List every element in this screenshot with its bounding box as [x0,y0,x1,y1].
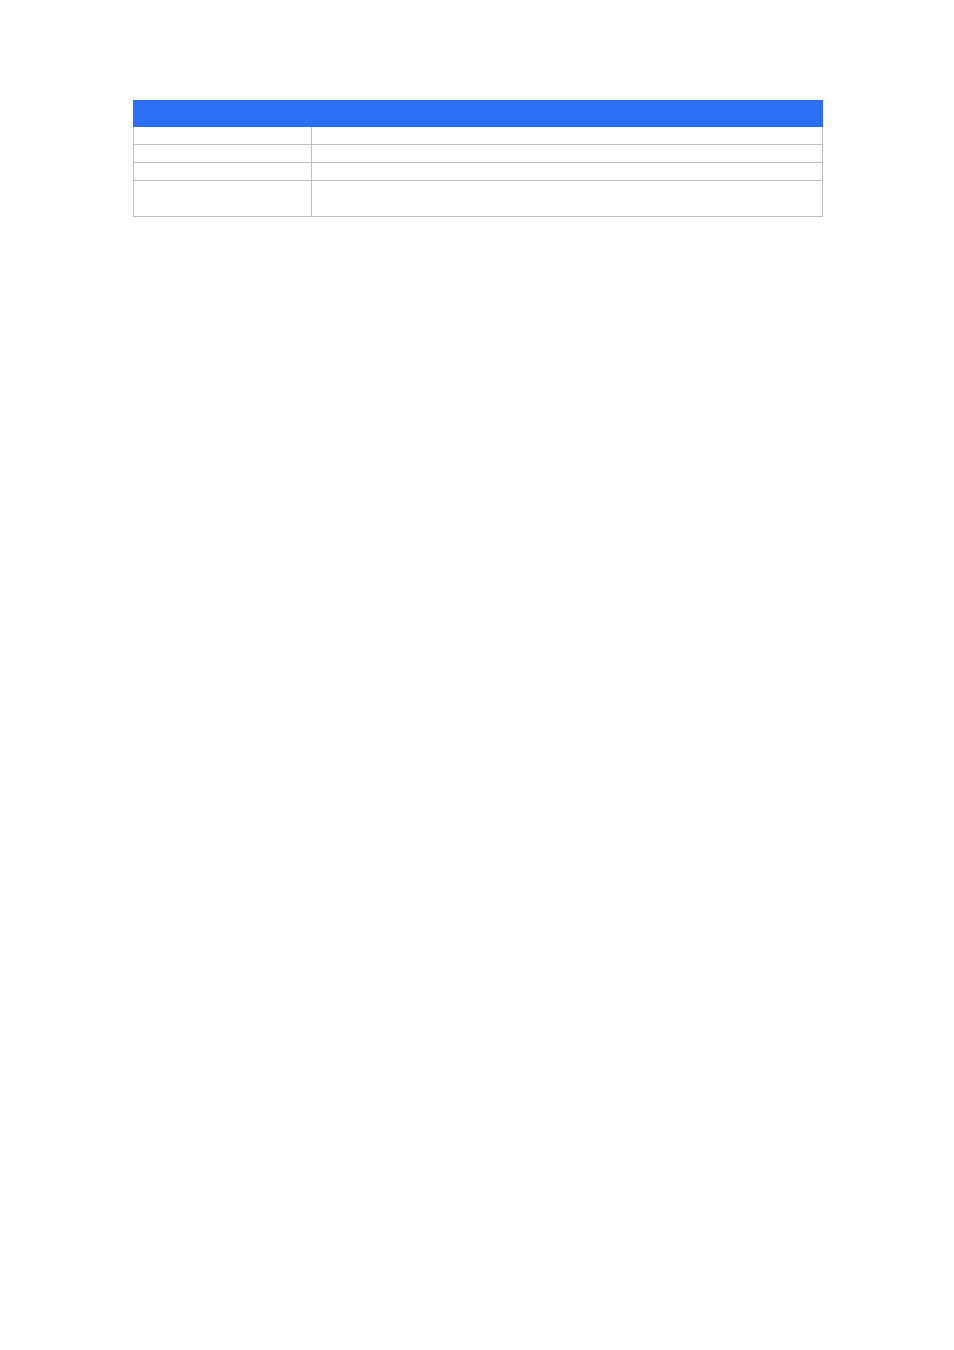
table-row [134,145,823,163]
row-label-cell [134,163,312,181]
data-table [133,100,823,217]
row-value-cell [312,127,823,145]
table-row [134,163,823,181]
row-value-cell [312,145,823,163]
row-label-cell [134,145,312,163]
table-header-row [134,101,823,127]
row-value-cell [312,163,823,181]
table-header-cell [134,101,823,127]
table-container [133,100,822,217]
document-page [0,0,954,1350]
row-label-cell [134,181,312,217]
table-row [134,127,823,145]
row-value-cell [312,181,823,217]
table-row [134,181,823,217]
table-body [134,127,823,217]
row-label-cell [134,127,312,145]
